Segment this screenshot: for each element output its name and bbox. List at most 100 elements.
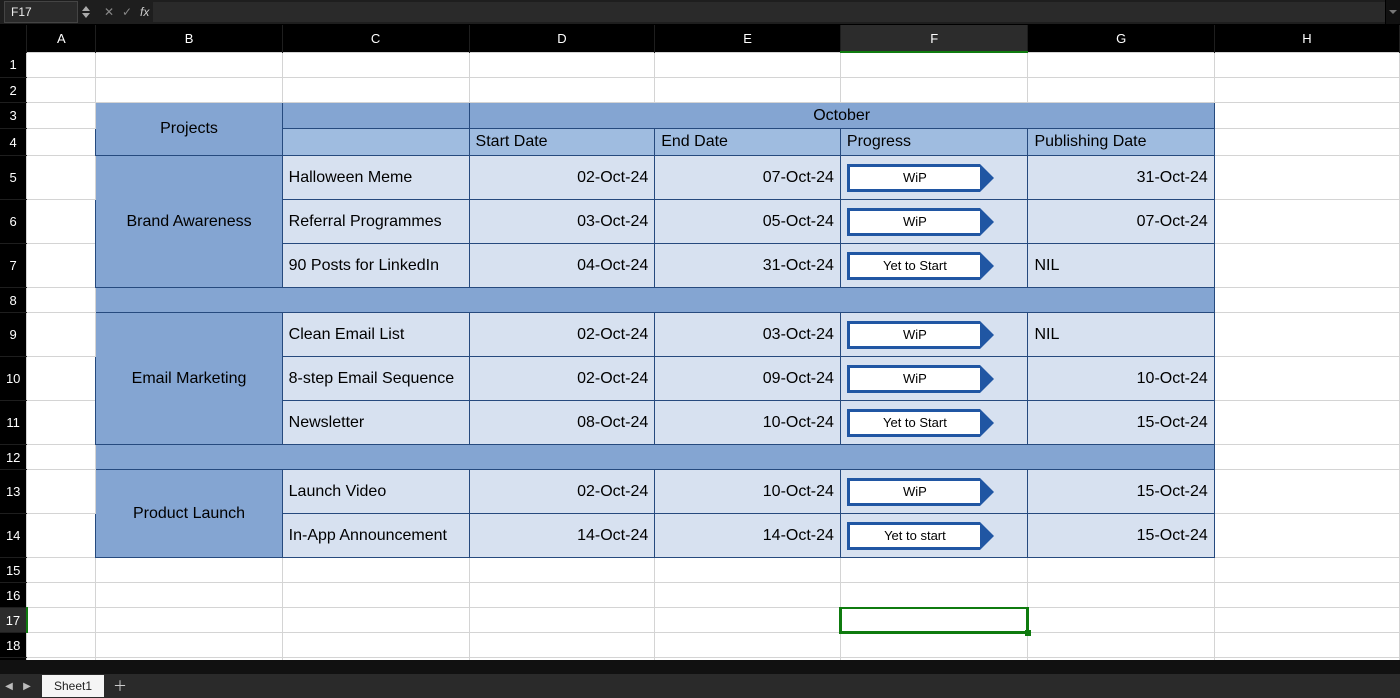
name-box[interactable]: F17	[4, 1, 78, 23]
cell-F16[interactable]	[840, 583, 1028, 608]
cell-G17[interactable]	[1028, 608, 1214, 633]
start-cell[interactable]: 02-Oct-24	[469, 313, 655, 357]
task-cell[interactable]: Halloween Meme	[282, 156, 469, 200]
task-cell[interactable]: Clean Email List	[282, 313, 469, 357]
cell[interactable]	[1214, 52, 1399, 78]
cell-D15[interactable]	[469, 558, 655, 583]
status-cell[interactable]: Yet to Start	[840, 244, 1028, 288]
row-header-9[interactable]: 9	[0, 313, 27, 357]
cell[interactable]	[1214, 244, 1399, 288]
row-header-18[interactable]: 18	[0, 633, 27, 658]
col-header-G[interactable]: G	[1028, 25, 1214, 52]
start-cell[interactable]: 02-Oct-24	[469, 357, 655, 401]
publish-header[interactable]: Publishing Date	[1028, 129, 1214, 156]
month-header[interactable]: October	[469, 103, 1214, 129]
row-header-13[interactable]: 13	[0, 470, 27, 514]
cell-H15[interactable]	[1214, 558, 1399, 583]
cell[interactable]	[1214, 514, 1399, 558]
status-cell[interactable]: WiP	[840, 200, 1028, 244]
cell[interactable]	[1214, 78, 1399, 103]
add-sheet-button[interactable]: ＋	[110, 676, 130, 696]
blank-header-c4[interactable]	[282, 129, 469, 156]
start-cell[interactable]: 08-Oct-24	[469, 401, 655, 445]
group-separator[interactable]	[96, 445, 1214, 470]
cell-C15[interactable]	[282, 558, 469, 583]
status-cell[interactable]: WiP	[840, 470, 1028, 514]
publish-cell[interactable]: 31-Oct-24	[1028, 156, 1214, 200]
row-header-10[interactable]: 10	[0, 357, 27, 401]
row-header-11[interactable]: 11	[0, 401, 27, 445]
name-box-stepper[interactable]	[82, 5, 96, 19]
formula-expand-button[interactable]	[1385, 0, 1400, 24]
start-cell[interactable]: 14-Oct-24	[469, 514, 655, 558]
cell-G16[interactable]	[1028, 583, 1214, 608]
cell-E17[interactable]	[655, 608, 841, 633]
cell[interactable]	[1028, 78, 1214, 103]
cell[interactable]	[27, 288, 96, 313]
cell[interactable]	[27, 103, 96, 129]
row-header-1[interactable]: 1	[0, 52, 27, 78]
cell[interactable]	[27, 200, 96, 244]
cell-B19[interactable]	[96, 658, 282, 661]
row-header-16[interactable]: 16	[0, 583, 27, 608]
cell-C18[interactable]	[282, 633, 469, 658]
cell[interactable]	[1028, 52, 1214, 78]
project-name[interactable]: Brand Awareness	[96, 156, 282, 288]
cell-H18[interactable]	[1214, 633, 1399, 658]
cell-D19[interactable]	[469, 658, 655, 661]
cell[interactable]	[27, 52, 96, 78]
end-cell[interactable]: 03-Oct-24	[655, 313, 841, 357]
cell[interactable]	[282, 78, 469, 103]
start-cell[interactable]: 02-Oct-24	[469, 470, 655, 514]
end-cell[interactable]: 05-Oct-24	[655, 200, 841, 244]
cell[interactable]	[1214, 470, 1399, 514]
col-header-A[interactable]: A	[27, 25, 96, 52]
task-cell[interactable]: 8-step Email Sequence	[282, 357, 469, 401]
cell-D17[interactable]	[469, 608, 655, 633]
cell[interactable]	[1214, 156, 1399, 200]
tab-nav-prev[interactable]: ◀	[0, 674, 18, 698]
cell[interactable]	[27, 244, 96, 288]
cell[interactable]	[1214, 129, 1399, 156]
formula-input[interactable]	[153, 2, 1385, 22]
row-header-6[interactable]: 6	[0, 200, 27, 244]
cell[interactable]	[1214, 445, 1399, 470]
select-all-corner[interactable]	[0, 25, 27, 52]
cell-G19[interactable]	[1028, 658, 1214, 661]
end-cell[interactable]: 31-Oct-24	[655, 244, 841, 288]
start-cell[interactable]: 04-Oct-24	[469, 244, 655, 288]
cell-H19[interactable]	[1214, 658, 1399, 661]
publish-cell[interactable]: 07-Oct-24	[1028, 200, 1214, 244]
cell-G15[interactable]	[1028, 558, 1214, 583]
cell-B15[interactable]	[96, 558, 282, 583]
cell-H17[interactable]	[1214, 608, 1399, 633]
cell[interactable]	[27, 313, 96, 357]
cell-C19[interactable]	[282, 658, 469, 661]
project-name[interactable]: Email Marketing	[96, 313, 282, 445]
confirm-button[interactable]: ✓	[118, 2, 136, 22]
col-header-D[interactable]: D	[469, 25, 655, 52]
cell[interactable]	[1214, 288, 1399, 313]
cell-B18[interactable]	[96, 633, 282, 658]
cell[interactable]	[27, 401, 96, 445]
row-header-14[interactable]: 14	[0, 514, 27, 558]
end-cell[interactable]: 10-Oct-24	[655, 401, 841, 445]
row-header-12[interactable]: 12	[0, 445, 27, 470]
cell[interactable]	[1214, 357, 1399, 401]
cell[interactable]	[655, 52, 841, 78]
row-header-8[interactable]: 8	[0, 288, 27, 313]
col-header-H[interactable]: H	[1214, 25, 1399, 52]
row-header-3[interactable]: 3	[0, 103, 27, 129]
cell[interactable]	[27, 470, 96, 514]
cell[interactable]	[27, 156, 96, 200]
cell[interactable]	[655, 78, 841, 103]
projects-header[interactable]: Projects	[96, 103, 282, 156]
cell[interactable]	[1214, 103, 1399, 129]
row-header-7[interactable]: 7	[0, 244, 27, 288]
project-name[interactable]: Product Launch	[96, 470, 282, 558]
cell[interactable]	[27, 357, 96, 401]
row-header-17[interactable]: 17	[0, 608, 27, 633]
cell-C16[interactable]	[282, 583, 469, 608]
cell-H16[interactable]	[1214, 583, 1399, 608]
col-header-B[interactable]: B	[96, 25, 282, 52]
